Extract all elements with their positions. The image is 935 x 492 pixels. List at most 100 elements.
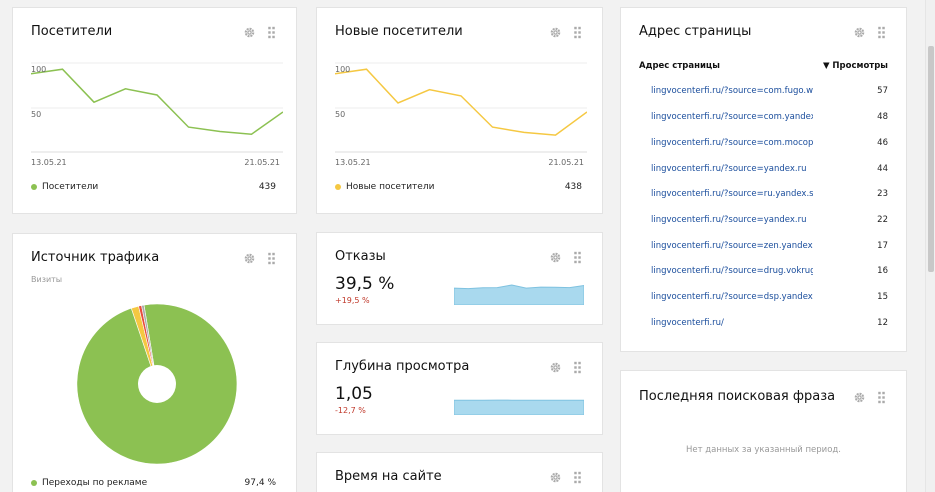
new-visitors-line-chart: [335, 62, 587, 153]
last-search-phrase-title: Последняя поисковая фраза: [639, 389, 836, 404]
table-row: lingvocenterfi.ru/?source=ru.yandex.sear…: [651, 187, 888, 201]
traffic-source-card: Источник трафика Визиты Переходы по рекл…: [12, 233, 297, 492]
visitors-series-line: [31, 68, 283, 135]
last-search-phrase-tools: [853, 391, 888, 404]
time-on-site-card: Время на сайте: [316, 452, 603, 492]
visitors-title: Посетители: [31, 24, 113, 39]
page-address-title: Адрес страницы: [639, 24, 752, 39]
gear-icon[interactable]: [853, 391, 866, 404]
drag-handle-icon[interactable]: [571, 471, 584, 484]
empty-state-message: Нет данных за указанный период.: [686, 445, 841, 455]
page-scrollbar[interactable]: [925, 0, 935, 492]
traffic-source-tools: [243, 252, 278, 265]
page-url-link[interactable]: lingvocenterfi.ru/?source=yandex.ru: [651, 215, 806, 225]
new-visitors-ytick-mid: 50: [335, 110, 346, 119]
new-visitors-legend-label: Новые посетители: [346, 182, 435, 192]
visitors-line-chart: [31, 62, 283, 153]
page-url-link[interactable]: lingvocenterfi.ru/?source=yandex.ru: [651, 164, 806, 174]
depth-sparkline: [454, 399, 584, 415]
new-visitors-tools: [549, 26, 584, 39]
table-row: lingvocenterfi.ru/12: [651, 316, 888, 330]
views-count: 57: [877, 86, 888, 96]
legend-dot-icon: [31, 479, 37, 486]
page-url-link[interactable]: lingvocenterfi.ru/?source=dsp.yandex.ru: [651, 292, 813, 302]
views-count: 48: [877, 112, 888, 122]
table-row: lingvocenterfi.ru/?source=com.fugo.wow 57: [651, 84, 888, 98]
visitors-ytick-mid: 50: [31, 110, 42, 119]
visitors-xtick-end: 21.05.21: [244, 158, 280, 167]
views-count: 22: [877, 215, 888, 225]
depth-value: 1,05: [335, 384, 373, 404]
visitors-total: 439: [258, 182, 276, 192]
gear-icon[interactable]: [853, 26, 866, 39]
page-url-link[interactable]: lingvocenterfi.ru/?source=drug.vokrug: [651, 266, 813, 276]
visitors-legend: Посетители 439: [31, 182, 276, 192]
table-row: lingvocenterfi.ru/?source=drug.vokrug 16: [651, 264, 888, 278]
page-url-link[interactable]: lingvocenterfi.ru/: [651, 318, 724, 328]
visitors-ytick-high: 100: [31, 65, 47, 74]
views-count: 17: [877, 241, 888, 251]
page-url-link[interactable]: lingvocenterfi.ru/?source=com.mocoplex: [651, 138, 813, 148]
drag-handle-icon[interactable]: [875, 391, 888, 404]
bounces-tools: [549, 251, 584, 264]
bounces-change: +19,5 %: [335, 296, 370, 305]
page-url-link[interactable]: lingvocenterfi.ru/?source=com.yandex.bro…: [651, 112, 813, 122]
page-address-tools: [853, 26, 888, 39]
page-url-link[interactable]: lingvocenterfi.ru/?source=com.fugo.wow: [651, 86, 813, 96]
gear-icon[interactable]: [549, 361, 562, 374]
visitors-card: Посетители 100 50 13.05.21 21.05.21 Посе…: [12, 7, 297, 214]
table-row: lingvocenterfi.ru/?source=yandex.ru 44: [651, 162, 888, 176]
legend-dot-icon: [335, 183, 341, 190]
table-row: lingvocenterfi.ru/?source=dsp.yandex.ru 1…: [651, 290, 888, 304]
gear-icon[interactable]: [549, 26, 562, 39]
last-search-phrase-card: Последняя поисковая фраза Нет данных за …: [620, 370, 907, 492]
page-address-card: Адрес страницы Адрес страницы ▼ Просмотр…: [620, 7, 907, 352]
drag-handle-icon[interactable]: [571, 26, 584, 39]
table-row: lingvocenterfi.ru/?source=com.yandex.bro…: [651, 110, 888, 124]
new-visitors-card: Новые посетители 100 50 13.05.21 21.05.2…: [316, 7, 603, 214]
visitors-legend-label: Посетители: [42, 182, 99, 192]
scrollbar-thumb[interactable]: [928, 46, 934, 272]
new-visitors-legend-item[interactable]: Новые посетители: [335, 182, 434, 192]
traffic-source-legend: Переходы по рекламе 97,4 %: [31, 478, 276, 488]
column-header-url[interactable]: Адрес страницы: [639, 61, 720, 71]
column-header-views[interactable]: ▼ Просмотры: [823, 61, 888, 71]
drag-handle-icon[interactable]: [265, 26, 278, 39]
visitors-legend-item[interactable]: Посетители: [31, 182, 98, 192]
page-url-link[interactable]: lingvocenterfi.ru/?source=zen.yandex.ru: [651, 241, 813, 251]
bounces-sparkline-area: [454, 284, 584, 305]
table-row: lingvocenterfi.ru/?source=zen.yandex.ru 1…: [651, 239, 888, 253]
depth-card: Глубина просмотра 1,05 -12,7 %: [316, 342, 603, 435]
views-count: 46: [877, 138, 888, 148]
new-visitors-legend: Новые посетители 438: [335, 182, 582, 192]
new-visitors-xtick-end: 21.05.21: [548, 158, 584, 167]
visitors-tools: [243, 26, 278, 39]
gear-icon[interactable]: [549, 251, 562, 264]
bounces-title: Отказы: [335, 249, 386, 264]
traffic-source-pie-chart: [76, 303, 238, 465]
bounces-card: Отказы 39,5 % +19,5 %: [316, 232, 603, 325]
traffic-source-legend-label: Переходы по рекламе: [42, 478, 148, 488]
gear-icon[interactable]: [243, 26, 256, 39]
gear-icon[interactable]: [243, 252, 256, 265]
gear-icon[interactable]: [549, 471, 562, 484]
traffic-source-legend-item[interactable]: Переходы по рекламе: [31, 478, 147, 488]
views-count: 16: [877, 266, 888, 276]
pie-center-hole: [138, 365, 176, 403]
drag-handle-icon[interactable]: [571, 361, 584, 374]
drag-handle-icon[interactable]: [571, 251, 584, 264]
drag-handle-icon[interactable]: [875, 26, 888, 39]
visitors-xtick-start: 13.05.21: [31, 158, 67, 167]
drag-handle-icon[interactable]: [265, 252, 278, 265]
page-url-link[interactable]: lingvocenterfi.ru/?source=ru.yandex.sear…: [651, 189, 813, 199]
bounces-sparkline: [454, 284, 584, 305]
table-row: lingvocenterfi.ru/?source=yandex.ru 22: [651, 213, 888, 227]
new-visitors-total: 438: [564, 182, 582, 192]
page-address-table-header: Адрес страницы ▼ Просмотры: [639, 61, 888, 71]
depth-change: -12,7 %: [335, 406, 366, 415]
traffic-source-subtitle: Визиты: [31, 275, 63, 284]
time-on-site-title: Время на сайте: [335, 469, 442, 484]
new-visitors-series-line: [335, 68, 587, 136]
bounces-value: 39,5 %: [335, 274, 395, 294]
legend-dot-icon: [31, 183, 37, 190]
